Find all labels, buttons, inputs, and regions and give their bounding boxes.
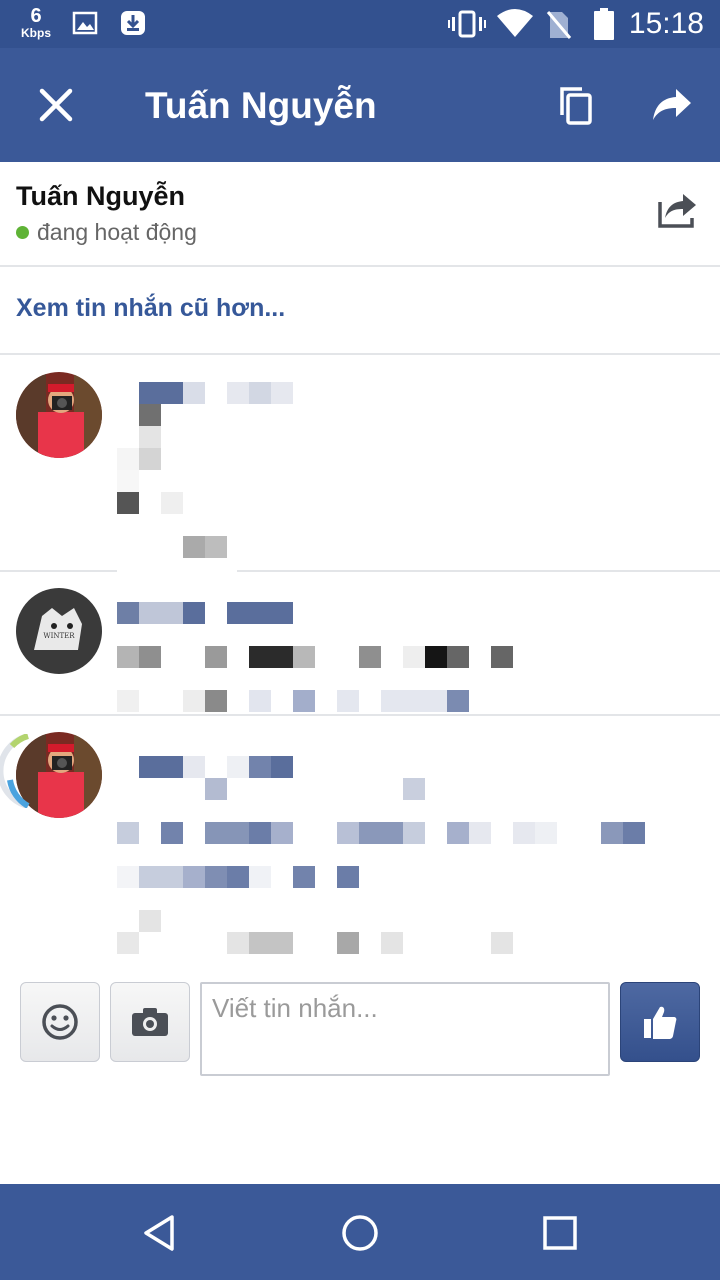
- recents-icon: [543, 1216, 577, 1250]
- camera-button[interactable]: [110, 982, 190, 1062]
- avatar[interactable]: WINTER: [16, 588, 102, 674]
- older-messages-row: Xem tin nhắn cũ hơn...: [0, 269, 720, 355]
- copy-button[interactable]: [551, 80, 601, 130]
- close-button[interactable]: [31, 80, 81, 130]
- back-icon: [144, 1215, 174, 1251]
- home-button[interactable]: [335, 1208, 385, 1258]
- camera-icon: [132, 1008, 168, 1036]
- back-button[interactable]: [135, 1208, 185, 1258]
- network-speed-unit: Kbps: [21, 26, 51, 40]
- copy-icon: [560, 87, 592, 125]
- thumbs-up-icon: [644, 1006, 677, 1039]
- clock: 15:18: [628, 7, 704, 40]
- network-speed-value: 6: [30, 5, 42, 27]
- share-icon: [658, 194, 696, 228]
- forward-button[interactable]: [647, 80, 697, 130]
- recents-button[interactable]: [535, 1208, 585, 1258]
- presence-text: đang hoạt động: [37, 219, 197, 245]
- avatar[interactable]: [16, 372, 102, 458]
- message-item: [0, 355, 720, 570]
- navigation-bar: [0, 1184, 720, 1280]
- like-button[interactable]: [620, 982, 700, 1062]
- emoji-icon: [42, 1004, 78, 1040]
- conversation-header: Tuấn Nguyễn đang hoạt động: [0, 162, 720, 267]
- emoji-button[interactable]: [20, 982, 100, 1062]
- app-bar-title: Tuấn Nguyễn: [145, 85, 377, 126]
- no-sim-icon: [546, 10, 572, 45]
- older-messages-link[interactable]: Xem tin nhắn cũ hơn...: [16, 293, 285, 323]
- status-bar: 6 Kbps 15:18: [0, 0, 720, 48]
- wifi-icon: [496, 8, 534, 43]
- home-icon: [342, 1215, 378, 1251]
- forward-icon: [653, 89, 691, 120]
- loading-spinner-icon: [0, 733, 30, 813]
- download-icon: [120, 10, 146, 41]
- close-icon: [39, 88, 73, 122]
- share-button[interactable]: [658, 192, 698, 233]
- presence-dot: [16, 226, 29, 239]
- svg-text:WINTER: WINTER: [43, 632, 75, 640]
- message-item: [0, 716, 720, 966]
- app-bar: Tuấn Nguyễn: [0, 48, 720, 162]
- presence-status: đang hoạt động: [16, 218, 197, 246]
- message-item: WINTER: [0, 572, 720, 714]
- image-icon: [72, 10, 98, 41]
- network-speed: 6 Kbps: [18, 6, 54, 39]
- battery-icon: [594, 8, 614, 45]
- contact-name[interactable]: Tuấn Nguyễn: [16, 180, 185, 212]
- vibrate-icon: [448, 10, 486, 43]
- message-composer: Viết tin nhắn...: [0, 970, 720, 1080]
- message-input[interactable]: Viết tin nhắn...: [200, 982, 610, 1076]
